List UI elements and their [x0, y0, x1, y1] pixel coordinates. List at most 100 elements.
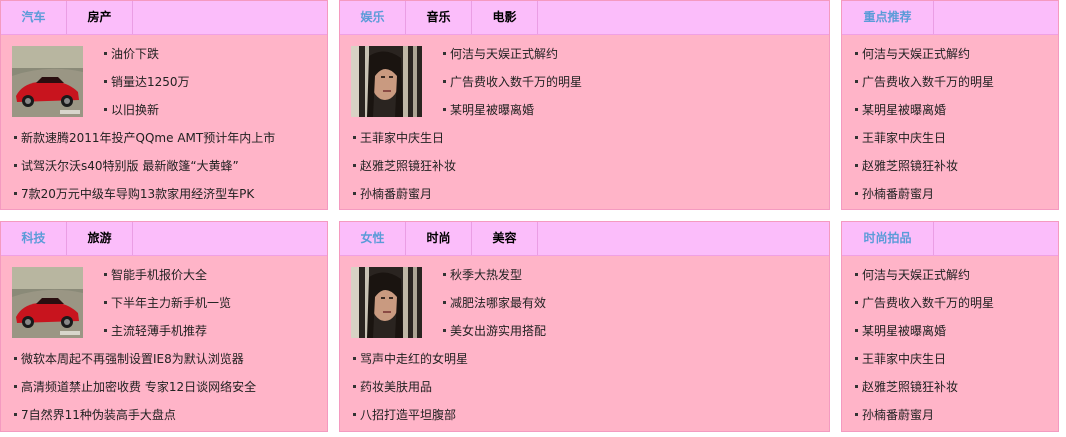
news-text[interactable]: 广告费收入数千万的明星: [862, 75, 994, 89]
side-news-link[interactable]: 秋季大热发型: [443, 267, 522, 283]
news-text[interactable]: 骂声中走红的女明星: [360, 352, 468, 366]
tab-bar: 科技 旅游: [1, 222, 327, 256]
news-link[interactable]: 孙楠番蔚蜜月: [855, 186, 934, 202]
news-link[interactable]: 试驾沃尔沃s40特别版 最新敞篷“大黄蜂”: [14, 158, 239, 174]
side-news-text[interactable]: 销量达1250万: [111, 75, 190, 89]
news-link[interactable]: 王菲家中庆生日: [855, 351, 946, 367]
side-news-link[interactable]: 减肥法哪家最有效: [443, 295, 546, 311]
tab[interactable]: 重点推荐: [842, 1, 934, 34]
tab[interactable]: 汽车: [1, 1, 67, 34]
red-sports-car-image[interactable]: [12, 46, 83, 117]
news-text[interactable]: 赵雅芝照镜狂补妆: [862, 380, 958, 394]
tab[interactable]: 旅游: [67, 222, 133, 255]
side-news-text[interactable]: 油价下跌: [111, 47, 159, 61]
news-text[interactable]: 新款速腾2011年投产QQme AMT预计年内上市: [21, 131, 275, 145]
bullet-icon: [14, 192, 17, 195]
side-news-link[interactable]: 下半年主力新手机一览: [104, 295, 231, 311]
bullet-icon: [855, 413, 858, 416]
tab[interactable]: 女性: [340, 222, 406, 255]
news-text[interactable]: 某明星被曝离婚: [862, 103, 946, 117]
news-link[interactable]: 某明星被曝离婚: [855, 102, 946, 118]
side-news-text[interactable]: 智能手机报价大全: [111, 268, 207, 282]
side-news-link[interactable]: 以旧换新: [104, 102, 159, 118]
news-link[interactable]: 高清频道禁止加密收费 专家12日谈网络安全: [14, 379, 256, 395]
side-news-link[interactable]: 油价下跌: [104, 46, 159, 62]
news-text[interactable]: 王菲家中庆生日: [360, 131, 444, 145]
tab[interactable]: 美容: [472, 222, 538, 255]
news-link[interactable]: 王菲家中庆生日: [855, 130, 946, 146]
bullet-icon: [855, 52, 858, 55]
news-text[interactable]: 高清频道禁止加密收费 专家12日谈网络安全: [21, 380, 256, 394]
side-news-link[interactable]: 何洁与天娱正式解约: [443, 46, 558, 62]
side-news-text[interactable]: 美女出游实用搭配: [450, 324, 546, 338]
side-news-link[interactable]: 某明星被曝离婚: [443, 102, 534, 118]
side-news-link[interactable]: 销量达1250万: [104, 74, 190, 90]
news-link[interactable]: 何洁与天娱正式解约: [855, 267, 970, 283]
bullet-icon: [855, 136, 858, 139]
news-link[interactable]: 7自然界11种伪装高手大盘点: [14, 407, 176, 423]
news-text[interactable]: 某明星被曝离婚: [862, 324, 946, 338]
news-text[interactable]: 赵雅芝照镜狂补妆: [862, 159, 958, 173]
news-link[interactable]: 赵雅芝照镜狂补妆: [353, 158, 456, 174]
side-news-text[interactable]: 何洁与天娱正式解约: [450, 47, 558, 61]
news-link[interactable]: 何洁与天娱正式解约: [855, 46, 970, 62]
news-link[interactable]: 新款速腾2011年投产QQme AMT预计年内上市: [14, 130, 275, 146]
news-text[interactable]: 王菲家中庆生日: [862, 131, 946, 145]
side-news-link[interactable]: 广告费收入数千万的明星: [443, 74, 582, 90]
side-news-text[interactable]: 秋季大热发型: [450, 268, 522, 282]
news-link[interactable]: 赵雅芝照镜狂补妆: [855, 158, 958, 174]
news-text[interactable]: 赵雅芝照镜狂补妆: [360, 159, 456, 173]
news-text[interactable]: 王菲家中庆生日: [862, 352, 946, 366]
bullet-icon: [104, 301, 107, 304]
side-news-text[interactable]: 主流轻薄手机推荐: [111, 324, 207, 338]
tab[interactable]: 科技: [1, 222, 67, 255]
news-link[interactable]: 某明星被曝离婚: [855, 323, 946, 339]
tab[interactable]: 时尚: [406, 222, 472, 255]
side-news-text[interactable]: 下半年主力新手机一览: [111, 296, 231, 310]
red-sports-car-image[interactable]: [12, 267, 83, 338]
news-link[interactable]: 微软本周起不再强制设置IE8为默认浏览器: [14, 351, 244, 367]
news-link[interactable]: 7款20万元中级车导购13款家用经济型车PK: [14, 186, 254, 202]
news-link[interactable]: 广告费收入数千万的明星: [855, 295, 994, 311]
side-news-text[interactable]: 某明星被曝离婚: [450, 103, 534, 117]
news-link[interactable]: 八招打造平坦腹部: [353, 407, 456, 423]
news-link[interactable]: 广告费收入数千万的明星: [855, 74, 994, 90]
news-text[interactable]: 7自然界11种伪装高手大盘点: [21, 408, 176, 422]
news-text[interactable]: 试驾沃尔沃s40特别版 最新敞篷“大黄蜂”: [21, 159, 239, 173]
side-news-link[interactable]: 美女出游实用搭配: [443, 323, 546, 339]
tab[interactable]: 房产: [67, 1, 133, 34]
news-text[interactable]: 八招打造平坦腹部: [360, 408, 456, 422]
side-news-text[interactable]: 减肥法哪家最有效: [450, 296, 546, 310]
news-text[interactable]: 何洁与天娱正式解约: [862, 47, 970, 61]
news-text[interactable]: 孙楠番蔚蜜月: [862, 408, 934, 422]
tab-bar: 娱乐 音乐 电影: [340, 1, 829, 35]
news-link[interactable]: 赵雅芝照镜狂补妆: [855, 379, 958, 395]
side-news-text[interactable]: 广告费收入数千万的明星: [450, 75, 582, 89]
tab[interactable]: 音乐: [406, 1, 472, 34]
bullet-icon: [855, 192, 858, 195]
news-link[interactable]: 王菲家中庆生日: [353, 130, 444, 146]
news-text[interactable]: 7款20万元中级车导购13款家用经济型车PK: [21, 187, 254, 201]
tab[interactable]: 时尚拍品: [842, 222, 934, 255]
side-news-link[interactable]: 智能手机报价大全: [104, 267, 207, 283]
news-text[interactable]: 孙楠番蔚蜜月: [360, 187, 432, 201]
actress-portrait-image[interactable]: [351, 267, 422, 338]
tab[interactable]: 电影: [472, 1, 538, 34]
news-text[interactable]: 何洁与天娱正式解约: [862, 268, 970, 282]
side-news-link[interactable]: 主流轻薄手机推荐: [104, 323, 207, 339]
tab[interactable]: 娱乐: [340, 1, 406, 34]
news-panel: 女性 时尚 美容秋季大热发型减肥法哪家最有效 美女出游实用搭配骂声中走红的女明星 药妆美…: [339, 221, 830, 432]
news-link[interactable]: 药妆美肤用品: [353, 379, 432, 395]
news-link[interactable]: 骂声中走红的女明星: [353, 351, 468, 367]
bullet-icon: [855, 164, 858, 167]
news-text[interactable]: 广告费收入数千万的明星: [862, 296, 994, 310]
news-text[interactable]: 药妆美肤用品: [360, 380, 432, 394]
news-link[interactable]: 孙楠番蔚蜜月: [855, 407, 934, 423]
bullet-icon: [855, 80, 858, 83]
news-text[interactable]: 微软本周起不再强制设置IE8为默认浏览器: [21, 352, 244, 366]
news-text[interactable]: 孙楠番蔚蜜月: [862, 187, 934, 201]
actress-portrait-image[interactable]: [351, 46, 422, 117]
side-news-text[interactable]: 以旧换新: [111, 103, 159, 117]
news-link[interactable]: 孙楠番蔚蜜月: [353, 186, 432, 202]
news-panel: 娱乐 音乐 电影何洁与天娱正式解约广告费收入数千万的明星 某明星被曝离婚 王菲家中庆生日…: [339, 0, 830, 210]
